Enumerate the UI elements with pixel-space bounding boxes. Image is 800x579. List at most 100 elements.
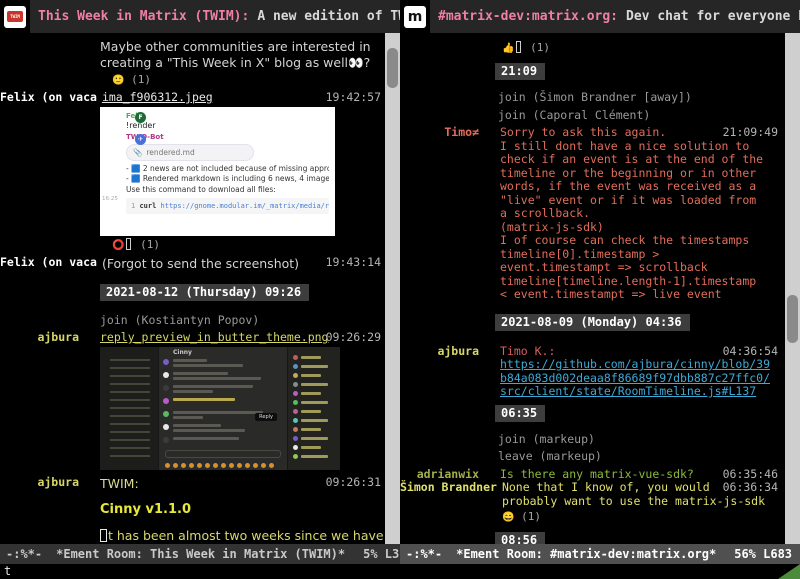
sender-name[interactable]: ajbura (400, 345, 479, 359)
emoji-dot (261, 463, 266, 468)
github-link[interactable]: b84a083d002deaa8f86689f97dbb887c27ffc0/ (500, 372, 785, 386)
sender-name[interactable]: Timo≠ (400, 126, 479, 140)
scrollbar-right-window[interactable] (785, 33, 800, 544)
code-url: https://gnome.modular.im/_matrix/media/r… (161, 202, 329, 210)
embed-member-avatar-dot (293, 427, 298, 432)
timestamp: 06:35:46 (723, 468, 778, 482)
embedded-screenshot-twio-bot[interactable]: F Felix !render ✈ TWIO-Bot 📎 rendered.md (100, 107, 335, 236)
matrix-dev-room-avatar-icon: m (404, 6, 426, 28)
avatar: ✈ (135, 134, 146, 145)
message-row: Felix (on vaca (Forgot to send the scree… (0, 256, 385, 272)
github-link[interactable]: https://github.com/ajbura/cinny/blob/39 (500, 358, 785, 372)
scrollbar-thumb[interactable] (787, 295, 798, 343)
embed-sender-name: TWIO-Bot (126, 133, 329, 141)
embed-avatar-dot (163, 398, 169, 404)
twim-timeline: Maybe other communities are interested i… (0, 33, 385, 544)
reaction-chip[interactable]: 👍 (1) (400, 41, 785, 56)
embed-text-bar (173, 398, 235, 401)
embed-timestamp: 16:25 (102, 196, 118, 202)
sender-name[interactable]: Šimon Brandner (400, 481, 497, 495)
embed-member-avatar-dot (293, 445, 298, 450)
membership-event: join (markeup) (400, 433, 785, 447)
mode-line-flags: -:%*- (406, 547, 442, 561)
sender-name[interactable]: Felix (on vaca (0, 256, 97, 270)
reaction-chip[interactable]: ⭕ (1) (0, 238, 385, 253)
scrollbar-left-window[interactable] (385, 33, 400, 544)
message-text: launched Cinny and here is what we have … (0, 544, 385, 545)
timestamp: 04:36:54 (723, 345, 778, 359)
timestamp: 19:42:57 (326, 91, 381, 105)
scrollbar-thumb[interactable] (387, 48, 398, 88)
emoji-dot (213, 463, 218, 468)
twim-window-body: Maybe other communities are interested i… (0, 33, 400, 544)
embedded-screenshot-cinny[interactable]: Cinny Reply (100, 347, 340, 470)
sender-name[interactable]: Felix (on vaca (0, 91, 97, 105)
message-heading: Cinny v1.1.0 (0, 502, 385, 518)
message-text-fragment: t has been almost two weeks since we hav… (108, 528, 384, 543)
matrix-logo-icon: m (408, 9, 423, 25)
reaction-chip[interactable]: 🙂 (1) (0, 73, 385, 88)
message-text: t has been almost two weeks since we hav… (0, 528, 385, 544)
embed-text-bar (173, 424, 221, 427)
membership-event: join (Caporal Clément) (400, 109, 785, 123)
embed-member-name-bar (301, 365, 328, 368)
hour-header: 21:09 (495, 63, 545, 80)
file-attachment-link[interactable]: reply_preview_in_butter_theme.png (100, 330, 328, 344)
sender-name[interactable]: ajbura (0, 331, 79, 345)
matrix-dev-window-body: 👍 (1) 21:09 join (Šimon Brandner [away])… (400, 33, 800, 544)
embed-message-input (165, 450, 281, 458)
embed-member-avatar-dot (293, 373, 298, 378)
message-line: I of course can check the timestamps (500, 234, 785, 248)
grin-emoji-icon: 😄 (502, 512, 514, 523)
embed-text-bar (173, 377, 261, 380)
hour-header: 08:56 (495, 532, 545, 544)
emoji-dot (269, 463, 274, 468)
circle-emoji-icon: ⭕ (112, 240, 124, 251)
window-split: TWIM This Week in Matrix (TWIM): A new e… (0, 0, 800, 564)
embed-member-name-bar (301, 419, 328, 422)
embed-text-bar (173, 364, 243, 367)
embed-sender-name: Felix (126, 112, 329, 120)
embed-member-list (288, 347, 340, 470)
message-row: ajbura Timo K.: https://github.com/ajbur… (400, 345, 785, 399)
timestamp: 09:26:31 (326, 476, 381, 490)
message-row: Timo≠ Sorry to ask this again. I still d… (400, 126, 785, 302)
mode-line-matrix-dev: -:%*- *Ement Room: #matrix-dev:matrix.or… (400, 544, 800, 564)
embed-member-name-bar (301, 374, 321, 377)
emoji-dot (173, 463, 178, 468)
embed-label-line: Use this command to download all files: (126, 185, 329, 196)
embed-member-avatar-dot (293, 355, 298, 360)
emoji-dot (221, 463, 226, 468)
emoji-dot (181, 463, 186, 468)
membership-event: leave (markeup) (400, 450, 785, 464)
window-twim: TWIM This Week in Matrix (TWIM): A new e… (0, 0, 400, 564)
emoji-dot (189, 463, 194, 468)
message-line: check if an event is at the end of the (500, 153, 785, 167)
embed-text-bar (173, 372, 228, 375)
github-link[interactable]: src/client/state/RoomTimeline.js#L137 (500, 385, 785, 399)
membership-event: join (Kostiantyn Popov) (0, 314, 385, 328)
sender-name[interactable]: adrianwix (400, 468, 479, 482)
file-attachment-link[interactable]: ima_f906312.jpeg (102, 90, 213, 104)
text-cursor-box (516, 41, 521, 53)
embed-text-bar (173, 411, 263, 414)
embed-member-name-bar (301, 401, 328, 404)
reaction-chip[interactable]: 😄 (1) (400, 510, 785, 525)
timestamp: 21:09:49 (723, 126, 778, 140)
avatar: F (135, 112, 146, 123)
minibuffer-text: t (4, 564, 11, 578)
timestamp: 06:36:34 (723, 481, 778, 495)
sender-name[interactable]: ajbura (0, 476, 79, 490)
embed-member-name-bar (301, 356, 321, 359)
message-line: "live" event or if it was loaded from (500, 194, 785, 208)
embed-chat-area: Cinny Reply (158, 347, 288, 470)
message-line: event.timestampt => scrollback (500, 261, 785, 275)
mode-line-position: 56% L683 (734, 547, 792, 561)
emoji-dot (253, 463, 258, 468)
emoji-dot (197, 463, 202, 468)
minibuffer[interactable]: t (0, 564, 800, 579)
emacs-frame: TWIM This Week in Matrix (TWIM): A new e… (0, 0, 800, 579)
embed-member-avatar-dot (293, 454, 298, 459)
reaction-count: (1) (140, 238, 160, 251)
twim-room-name: This Week in Matrix (TWIM): (38, 9, 249, 24)
